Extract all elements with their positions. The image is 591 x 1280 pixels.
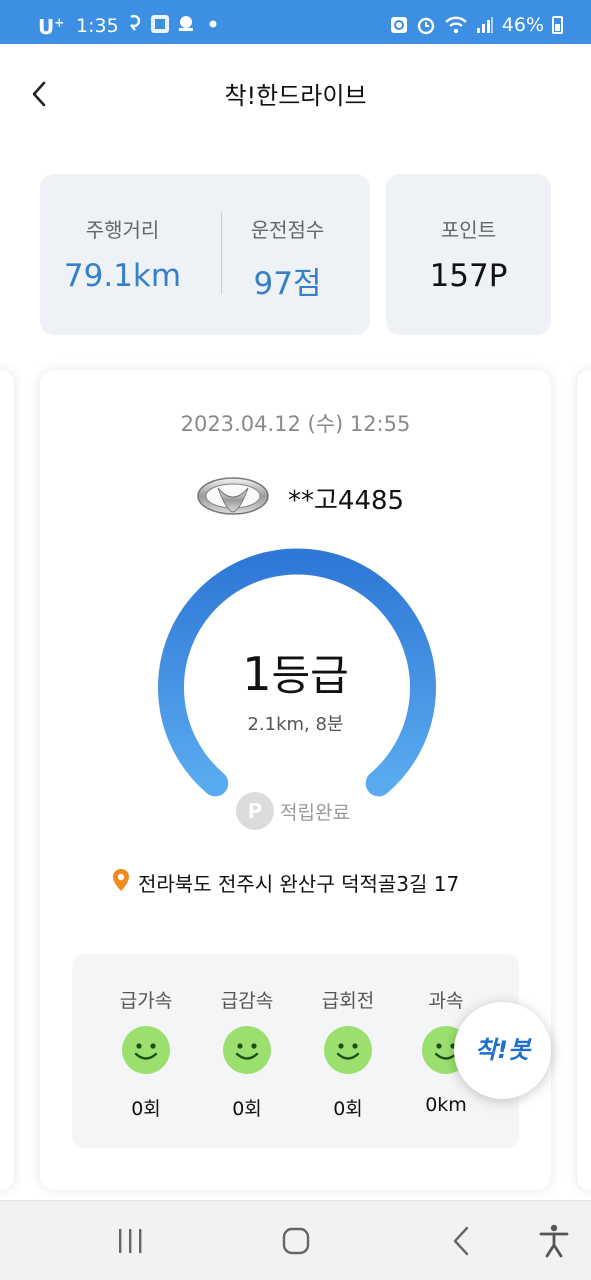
accessibility-icon[interactable] bbox=[534, 1221, 574, 1261]
home-icon[interactable] bbox=[276, 1221, 316, 1261]
event-count: 0회 bbox=[333, 1098, 363, 1120]
smile-face-icon bbox=[223, 1026, 271, 1074]
stats-divider bbox=[221, 212, 222, 294]
alarm-icon bbox=[417, 17, 434, 35]
dot-icon bbox=[209, 20, 217, 28]
event-rapid-acceleration: 급가속 0회 bbox=[96, 954, 196, 1148]
page-title: 착!한드라이브 bbox=[224, 82, 367, 110]
location-pin-icon bbox=[113, 869, 129, 891]
smile-face-icon bbox=[122, 1026, 170, 1074]
point-status: 적립완료 bbox=[280, 802, 350, 824]
previous-trip-card[interactable] bbox=[0, 370, 14, 1190]
points-label: 포인트 bbox=[440, 218, 497, 242]
event-count: 0km bbox=[425, 1094, 467, 1116]
event-count: 0회 bbox=[131, 1098, 161, 1120]
event-label: 급감속 bbox=[220, 990, 274, 1012]
car-brand-logo-icon bbox=[197, 477, 269, 515]
carrier-label: U+ bbox=[38, 15, 65, 39]
smile-face-icon bbox=[324, 1026, 372, 1074]
next-trip-card[interactable] bbox=[577, 370, 591, 1190]
driving-events: 급가속 0회 급감속 0회 급회전 0회 과속 0km bbox=[72, 954, 519, 1148]
license-plate: **고4485 bbox=[288, 486, 405, 516]
point-badge-icon: P bbox=[236, 792, 274, 830]
event-label: 급회전 bbox=[321, 990, 375, 1012]
event-rapid-deceleration: 급감속 0회 bbox=[197, 954, 297, 1148]
app-notification-icon bbox=[151, 15, 169, 33]
driving-stats-card: 주행거리 79.1km 운전점수 97점 bbox=[40, 174, 370, 335]
event-count: 0회 bbox=[232, 1098, 262, 1120]
score-label: 운전점수 bbox=[250, 218, 325, 242]
network-icon bbox=[130, 14, 141, 31]
status-time: 1:35 bbox=[76, 15, 119, 37]
distance-label: 주행거리 bbox=[85, 218, 160, 242]
score-stat: 운전점수 97점 bbox=[205, 174, 370, 335]
trip-summary: 2.1km, 8분 bbox=[247, 714, 344, 735]
score-value: 97점 bbox=[253, 266, 322, 302]
status-bar: U+ 1:35 46% bbox=[0, 0, 591, 44]
distance-value: 79.1km bbox=[63, 258, 182, 294]
recent-apps-icon[interactable] bbox=[110, 1221, 150, 1261]
battery-percent: 46% bbox=[501, 14, 544, 36]
app-notification-icon bbox=[179, 16, 193, 31]
points-value: 157P bbox=[429, 258, 508, 294]
signal-icon bbox=[476, 17, 493, 33]
back-icon[interactable] bbox=[442, 1221, 482, 1261]
app-header: 착!한드라이브 bbox=[0, 44, 591, 144]
chatbot-button[interactable]: 착!봇 bbox=[454, 1002, 551, 1099]
event-rapid-turn: 급회전 0회 bbox=[298, 954, 398, 1148]
wifi-icon bbox=[444, 16, 467, 34]
distance-stat: 주행거리 79.1km bbox=[40, 174, 205, 335]
trip-address: 전라북도 전주시 완산구 덕적골3길 17 bbox=[138, 872, 460, 896]
system-nav-bar bbox=[0, 1200, 591, 1280]
event-label: 급가속 bbox=[119, 990, 173, 1012]
points-card[interactable]: 포인트 157P bbox=[386, 174, 551, 335]
battery-icon bbox=[552, 16, 563, 34]
status-right: 46% bbox=[390, 14, 563, 36]
sync-icon bbox=[390, 17, 407, 33]
trip-datetime: 2023.04.12 (수) 12:55 bbox=[180, 412, 411, 436]
driving-grade: 1등급 bbox=[242, 647, 349, 701]
